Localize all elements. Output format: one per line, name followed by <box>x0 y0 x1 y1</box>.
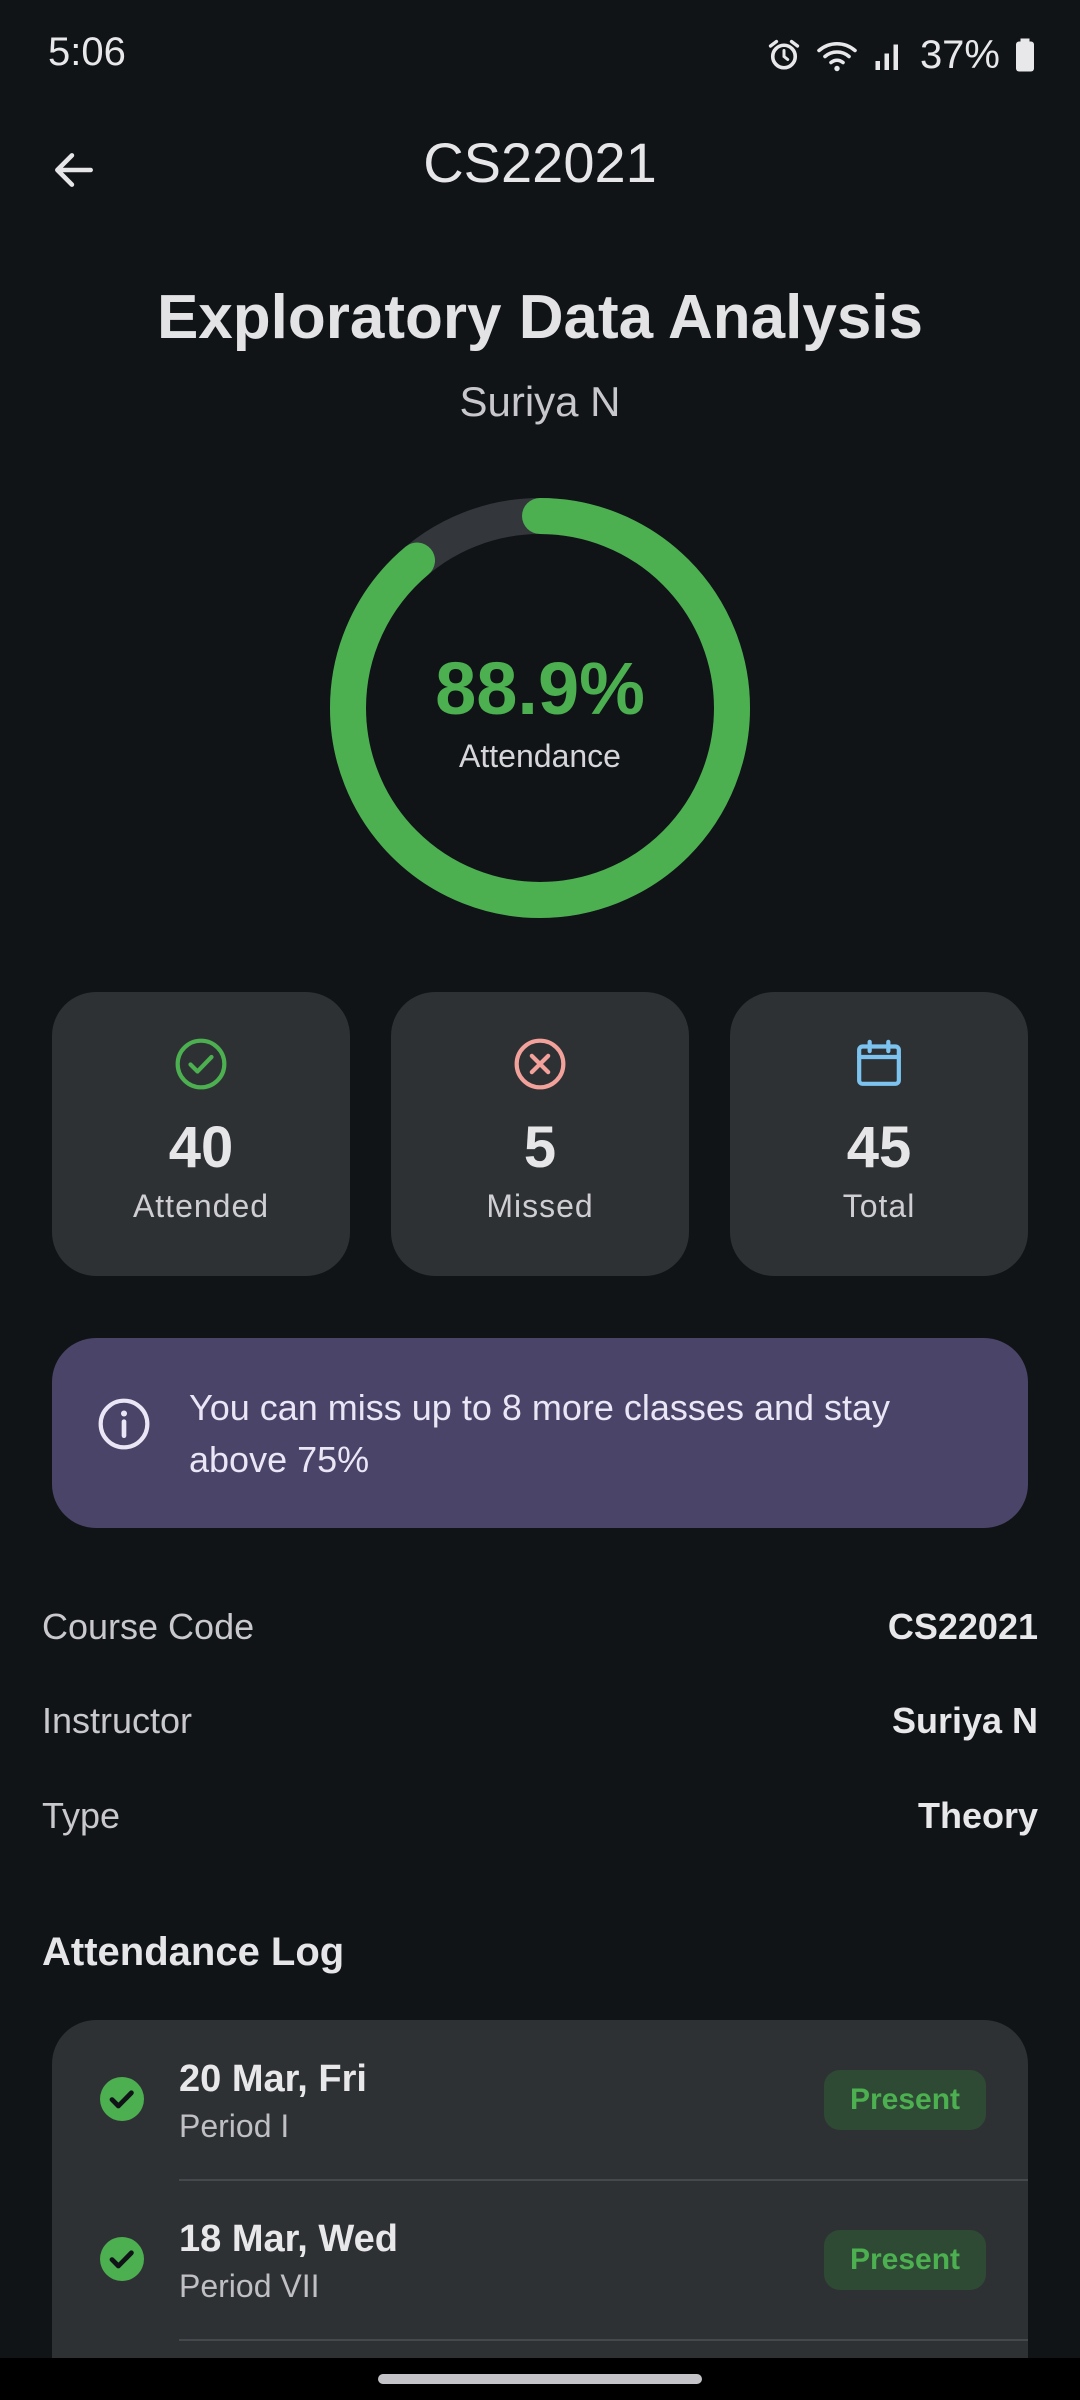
status-badge: Present <box>824 2230 986 2290</box>
detail-row-instructor: Instructor Suriya N <box>42 1700 1038 1760</box>
stats-row: 40 Attended 5 Missed 45 Total <box>52 992 1028 1276</box>
divider <box>179 2339 1028 2341</box>
info-message: You can miss up to 8 more classes and st… <box>189 1387 891 1480</box>
log-entry[interactable]: 20 Mar, Fri Period I Present <box>52 2020 1028 2181</box>
course-instructor: Suriya N <box>459 378 621 425</box>
status-badge: Present <box>824 2070 986 2130</box>
detail-row-course-code: Course Code CS22021 <box>42 1606 1038 1666</box>
page-title: CS22021 <box>423 131 657 194</box>
signal-icon <box>872 37 906 73</box>
stat-label: Missed <box>486 1188 594 1224</box>
detail-value: Suriya N <box>891 1700 1038 1741</box>
detail-label: Course Code <box>42 1606 255 1647</box>
calendar-icon <box>857 1039 901 1086</box>
check-circle-filled-icon <box>100 2237 144 2281</box>
info-banner: You can miss up to 8 more classes and st… <box>52 1338 1028 1528</box>
status-icons: 37% <box>766 30 1036 80</box>
log-heading: Attendance Log <box>42 1930 345 1974</box>
status-bar: 5:06 37% <box>0 0 1080 110</box>
wifi-icon <box>816 37 858 73</box>
log-entry[interactable]: 18 Mar, Wed Period VII Present <box>52 2180 1028 2341</box>
detail-value: Theory <box>917 1795 1038 1836</box>
detail-row-type: Type Theory <box>42 1795 1038 1855</box>
info-icon <box>98 1398 150 1450</box>
attendance-log-list: 20 Mar, Fri Period I Present 18 Mar, Wed… <box>52 2020 1028 2380</box>
log-period: Period VII <box>179 2268 320 2304</box>
stat-card-missed: 5 Missed <box>391 992 689 1276</box>
stat-value: 45 <box>846 1115 912 1180</box>
stat-label: Total <box>842 1188 916 1224</box>
check-circle-icon <box>175 1038 227 1090</box>
detail-label: Type <box>42 1795 121 1836</box>
cancel-circle-icon <box>514 1038 566 1090</box>
course-name: Exploratory Data Analysis <box>156 283 924 352</box>
log-date: 18 Mar, Wed <box>179 2218 398 2260</box>
stat-card-total: 45 Total <box>730 992 1028 1276</box>
alarm-icon <box>766 37 802 73</box>
app-bar: CS22021 <box>0 110 1080 220</box>
detail-value: CS22021 <box>887 1606 1038 1647</box>
check-circle-filled-icon <box>100 2077 144 2121</box>
log-date: 20 Mar, Fri <box>179 2058 367 2100</box>
attendance-percent: 88.9% <box>435 647 645 730</box>
gesture-handle[interactable] <box>378 2374 702 2384</box>
stat-card-attended: 40 Attended <box>52 992 350 1276</box>
battery-icon <box>1014 37 1036 73</box>
status-time: 5:06 <box>48 30 126 74</box>
detail-label: Instructor <box>42 1700 193 1741</box>
stat-value: 5 <box>523 1115 557 1180</box>
attendance-label: Attendance <box>459 738 621 774</box>
log-period: Period I <box>179 2108 290 2144</box>
attendance-ring: 88.9% Attendance <box>330 498 750 918</box>
screen: 5:06 37% CS22021 Exploratory Data Analys… <box>0 0 1080 2400</box>
battery-percent: 37% <box>919 32 1000 77</box>
stat-label: Attended <box>132 1188 270 1224</box>
stat-value: 40 <box>168 1115 234 1180</box>
